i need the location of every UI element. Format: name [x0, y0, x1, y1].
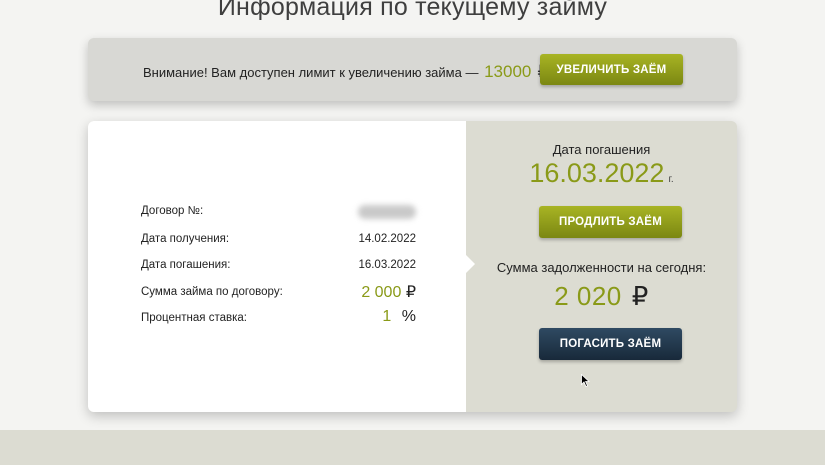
limit-banner-text: Внимание! Вам доступен лимит к увеличени… — [143, 62, 548, 82]
repayment-panel: Дата погашения 16.03.2022 г. ПРОДЛИТЬ ЗАЁ… — [466, 121, 737, 412]
debt-heading: Сумма задолженности на сегодня: — [496, 260, 707, 275]
limit-amount: 13000 — [484, 62, 532, 81]
due-date-label: Дата погашения: — [141, 259, 231, 271]
loan-card: Договор №: Дата получения: 14.02.2022 Да… — [88, 121, 737, 412]
limit-message: Внимание! Вам доступен лимит к увеличени… — [143, 65, 479, 80]
debt-amount-value: 2 020 — [554, 281, 622, 311]
extend-loan-button[interactable]: ПРОДЛИТЬ ЗАЁМ — [539, 206, 682, 238]
arrow-cursor-icon — [581, 374, 590, 387]
loan-amount-value: 2 000 ₽ — [361, 282, 416, 302]
page-title: Информация по текущему займу — [217, 0, 608, 21]
interest-rate-number: 1 — [382, 308, 392, 325]
limit-banner: Внимание! Вам доступен лимит к увеличени… — [88, 38, 737, 101]
loan-amount-label: Сумма займа по договору: — [141, 286, 283, 298]
issue-date-label: Дата получения: — [141, 233, 230, 245]
footer-band — [0, 430, 825, 465]
due-date-heading: Дата погашения — [552, 142, 651, 157]
debt-currency: ₽ — [631, 281, 649, 311]
increase-loan-button[interactable]: УВЕЛИЧИТЬ ЗАЁМ — [540, 54, 683, 85]
due-date-large-value: 16.03.2022 — [529, 158, 665, 188]
due-date-value: 16.03.2022 — [358, 259, 416, 271]
due-date-large: 16.03.2022 г. — [466, 158, 737, 189]
loan-details-panel: Договор №: Дата получения: 14.02.2022 Да… — [88, 121, 466, 412]
debt-amount: 2 020 ₽ — [466, 281, 737, 312]
interest-rate-label: Процентная ставка: — [141, 312, 247, 324]
due-date-suffix: г. — [668, 174, 674, 185]
repay-loan-button[interactable]: ПОГАСИТЬ ЗАЁМ — [539, 328, 682, 360]
contract-number-label: Договор №: — [141, 205, 204, 217]
loan-amount-currency: ₽ — [405, 284, 416, 301]
issue-date-value: 14.02.2022 — [358, 233, 416, 245]
interest-rate-value: 1 % — [382, 308, 416, 326]
loan-amount-number: 2 000 — [361, 284, 402, 301]
contract-number-value-redacted — [358, 205, 416, 219]
interest-rate-unit: % — [401, 308, 416, 325]
